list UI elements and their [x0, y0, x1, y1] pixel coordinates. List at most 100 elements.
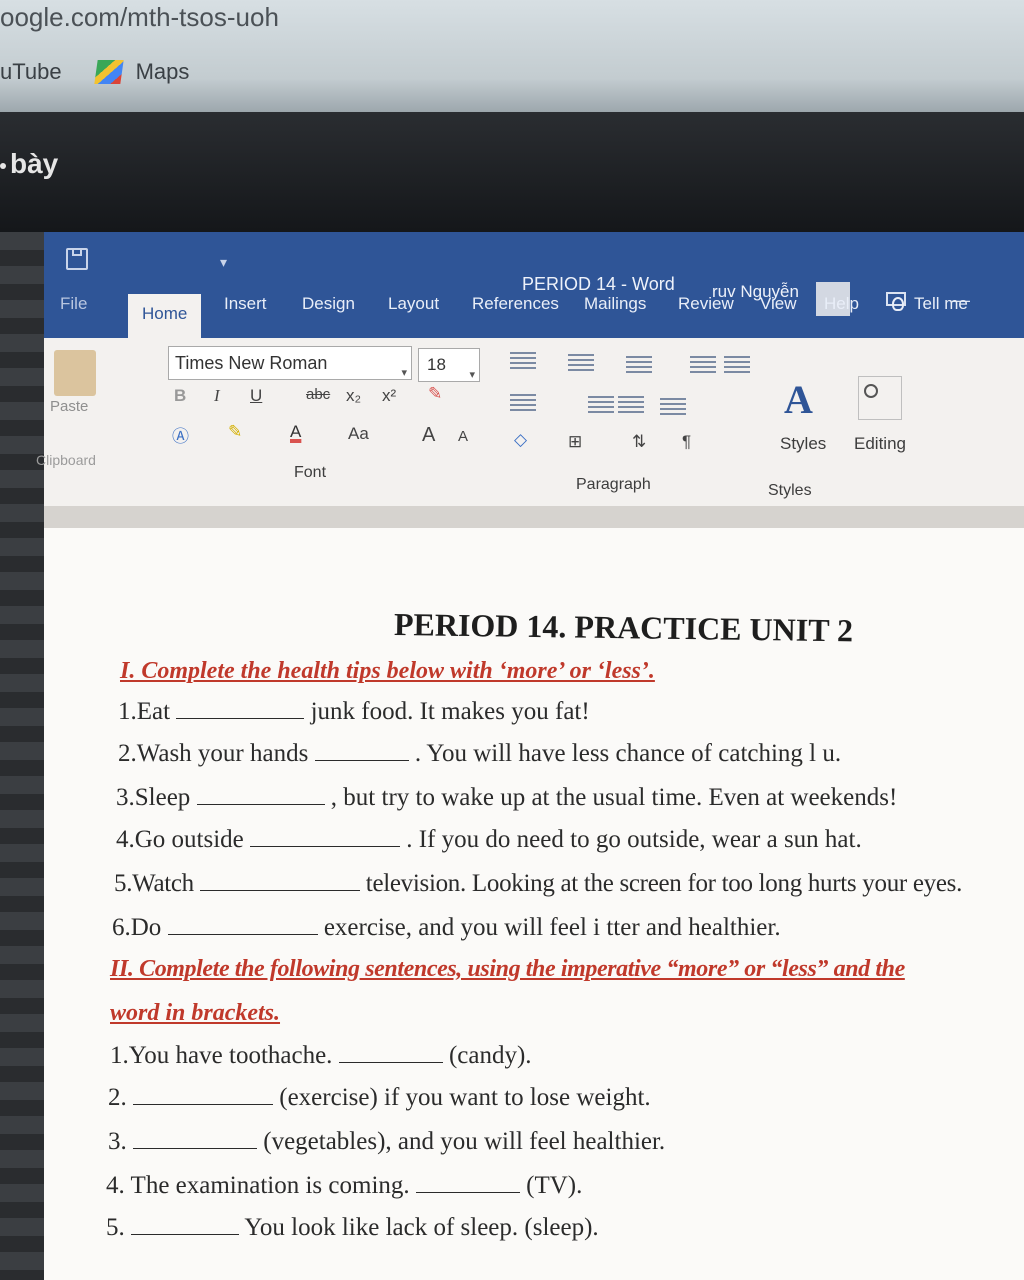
- italic-button[interactable]: I: [214, 386, 220, 406]
- subscript-button[interactable]: x₂: [346, 386, 361, 406]
- item-suffix: . If you do need to go outside, wear a s…: [406, 826, 862, 853]
- item-prefix: 3.Sleep: [116, 784, 191, 811]
- editing-button-label[interactable]: Editing: [854, 434, 906, 454]
- tab-layout[interactable]: Layout: [388, 294, 439, 314]
- grow-font-button[interactable]: A: [422, 424, 435, 447]
- highlight-icon[interactable]: ✎: [228, 422, 242, 442]
- search-icon: [864, 384, 878, 398]
- bookmark-youtube[interactable]: uTube: [0, 59, 62, 85]
- bookmark-maps[interactable]: Maps: [93, 59, 190, 85]
- item-suffix: junk food. It makes you fat!: [310, 698, 590, 725]
- text-effects-icon[interactable]: Ⓐ: [172, 422, 189, 447]
- paste-icon[interactable]: [54, 350, 96, 396]
- answer-blank[interactable]: [133, 1084, 273, 1105]
- item-suffix: You look like lack of sleep. (sleep).: [244, 1214, 599, 1241]
- answer-blank[interactable]: [196, 784, 325, 805]
- bookmark-label: uTube: [0, 59, 62, 84]
- font-name-select[interactable]: Times New Roman ▾: [168, 346, 412, 380]
- item-suffix: (vegetables), and you will feel healthie…: [263, 1128, 666, 1155]
- styles-group-label: Styles: [768, 482, 812, 499]
- item-suffix: television. Looking at the screen for to…: [365, 870, 963, 897]
- list-item: 6.Do exercise, and you will feel i tter …: [112, 914, 781, 942]
- numbering-icon[interactable]: [568, 354, 594, 372]
- justify-icon[interactable]: [618, 396, 644, 414]
- tab-insert[interactable]: Insert: [224, 294, 267, 314]
- clear-formatting-icon[interactable]: ✎: [428, 384, 442, 404]
- bullets-icon[interactable]: [510, 352, 536, 370]
- shrink-font-button[interactable]: A: [458, 428, 468, 445]
- line-spacing-icon[interactable]: [660, 398, 686, 416]
- shading-icon[interactable]: ◇: [514, 430, 527, 450]
- item-prefix: 1.You have toothache.: [110, 1042, 333, 1069]
- superscript-button[interactable]: x²: [382, 386, 396, 406]
- list-item: 5. You look like lack of sleep. (sleep).: [106, 1214, 599, 1242]
- ribbon: Paste Clipboard Times New Roman ▾ 18 ▾ B…: [36, 338, 1024, 507]
- quick-access-dropdown-icon[interactable]: ▾: [220, 254, 227, 271]
- chevron-down-icon: ▾: [469, 369, 475, 381]
- item-suffix: exercise, and you will feel i tter and h…: [323, 914, 781, 941]
- tab-file[interactable]: File: [60, 294, 87, 314]
- section-2-heading-cont: word in brackets.: [110, 1000, 281, 1026]
- underline-button[interactable]: U: [250, 386, 262, 406]
- answer-blank[interactable]: [176, 698, 305, 719]
- tab-view[interactable]: View: [760, 294, 797, 314]
- tab-help[interactable]: Help: [824, 294, 859, 314]
- answer-blank[interactable]: [314, 740, 409, 761]
- answer-blank[interactable]: [415, 1172, 520, 1193]
- tab-references[interactable]: References: [472, 294, 559, 314]
- paste-button-label[interactable]: Paste: [50, 398, 88, 415]
- tab-review[interactable]: Review: [678, 294, 734, 314]
- increase-indent-icon[interactable]: [724, 356, 750, 374]
- lightbulb-icon: [892, 297, 904, 311]
- clipboard-group-label: Clipboard: [36, 452, 96, 468]
- align-left-icon[interactable]: [510, 394, 536, 412]
- address-bar[interactable]: oogle.com/mth-tsos-uoh: [0, 2, 279, 33]
- tab-mailings[interactable]: Mailings: [584, 294, 646, 314]
- styles-button-label[interactable]: Styles: [780, 434, 826, 454]
- strikethrough-button[interactable]: abc: [306, 386, 330, 403]
- browser-toolbar: oogle.com/mth-tsos-uoh uTube Maps: [0, 0, 1024, 112]
- answer-blank[interactable]: [338, 1042, 443, 1063]
- answer-blank[interactable]: [250, 826, 401, 847]
- list-item: 3.Sleep , but try to wake up at the usua…: [116, 784, 897, 812]
- list-item: 1.Eat junk food. It makes you fat!: [118, 698, 590, 726]
- answer-blank[interactable]: [131, 1214, 239, 1235]
- bookmark-label: Maps: [135, 59, 190, 84]
- section-2-heading: II. Complete the following sentences, us…: [110, 956, 905, 982]
- document-page[interactable]: PERIOD 14. PRACTICE UNIT 2 I. Complete t…: [44, 528, 1024, 1280]
- item-prefix: 2.: [108, 1084, 127, 1111]
- tab-home[interactable]: Home: [128, 294, 202, 338]
- page-tab-text: bày: [0, 148, 58, 180]
- font-size-select[interactable]: 18 ▾: [418, 348, 480, 382]
- sort-icon[interactable]: ⇅: [632, 432, 646, 452]
- ruler-strip: [44, 506, 1024, 528]
- align-right-icon[interactable]: [588, 396, 614, 414]
- item-prefix: 4. The examination is coming.: [106, 1172, 410, 1199]
- answer-blank[interactable]: [199, 870, 360, 891]
- font-name-value: Times New Roman: [175, 353, 328, 373]
- maps-icon: [93, 60, 124, 84]
- list-item: 2.Wash your hands . You will have less c…: [118, 740, 841, 768]
- tell-me-search[interactable]: Tell me: [892, 294, 968, 314]
- pilcrow-icon[interactable]: ¶: [682, 432, 691, 452]
- answer-blank[interactable]: [167, 914, 318, 935]
- font-size-value: 18: [427, 355, 446, 374]
- save-icon[interactable]: [66, 248, 88, 270]
- tab-design[interactable]: Design: [302, 294, 355, 314]
- styles-icon[interactable]: A: [784, 376, 813, 423]
- item-suffix: , but try to wake up at the usual time. …: [330, 784, 898, 811]
- answer-blank[interactable]: [133, 1128, 257, 1149]
- chevron-down-icon: ▾: [401, 367, 407, 379]
- item-prefix: 6.Do: [112, 914, 162, 941]
- bold-button[interactable]: B: [174, 386, 186, 406]
- font-color-icon[interactable]: A: [290, 422, 301, 442]
- document-heading: PERIOD 14. PRACTICE UNIT 2: [393, 606, 854, 649]
- borders-icon[interactable]: ⊞: [568, 432, 582, 452]
- change-case-button[interactable]: Aa: [348, 424, 369, 444]
- list-item: 4. The examination is coming. (TV).: [106, 1172, 582, 1200]
- decrease-indent-icon[interactable]: [690, 356, 716, 374]
- item-suffix: (TV).: [526, 1172, 583, 1199]
- multilevel-list-icon[interactable]: [626, 356, 652, 374]
- editing-button[interactable]: [858, 376, 902, 420]
- word-window: ▾ PERIOD 14 - Word ruv Nguyễn — File Hom…: [36, 232, 1024, 1280]
